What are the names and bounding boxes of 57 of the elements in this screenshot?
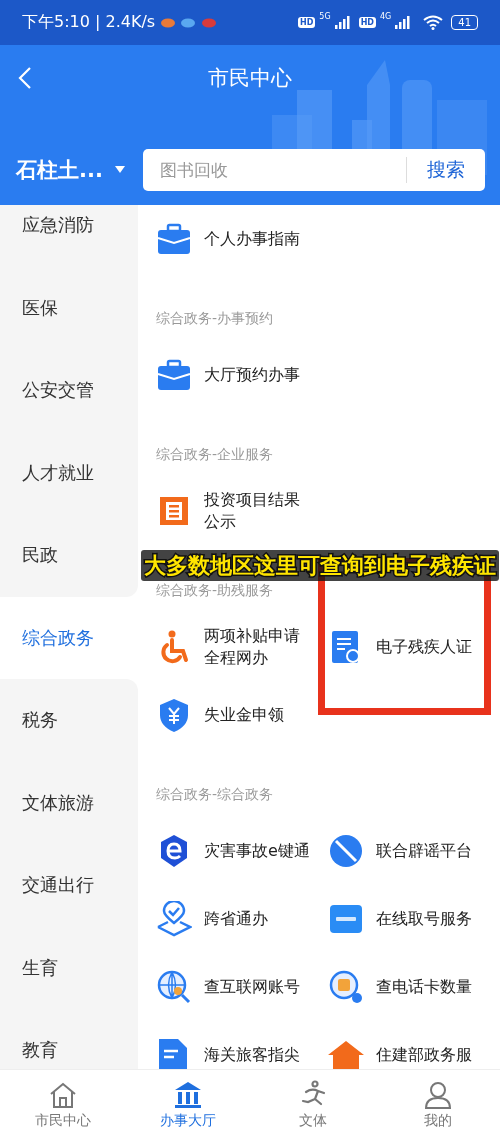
nav-tab[interactable]: 我的 xyxy=(375,1070,500,1139)
page-title: 市民中心 xyxy=(208,65,292,92)
sidebar-item[interactable]: 交通出行 xyxy=(0,844,138,927)
section-header: 综合政务-企业服务 xyxy=(156,446,274,464)
service-item[interactable]: 跨省通办 xyxy=(156,901,268,937)
battery-icon: 41 xyxy=(451,15,478,30)
service-label: 电子残疾人证 xyxy=(376,635,472,658)
service-item[interactable]: 在线取号服务 xyxy=(328,901,472,937)
section-header: 综合政务-助残服务 xyxy=(156,582,274,600)
sidebar-item[interactable]: 公安交管 xyxy=(0,349,138,432)
service-label: 跨省通办 xyxy=(204,907,268,930)
search-field[interactable]: 图书回收 搜索 xyxy=(142,149,485,191)
sidebar-item[interactable]: 医保 xyxy=(0,266,138,349)
service-item[interactable]: 查电话卡数量 xyxy=(328,969,472,1005)
nav-tab[interactable]: 市民中心 xyxy=(0,1070,125,1139)
sidebar-item[interactable]: 文体旅游 xyxy=(0,761,138,844)
sidebar-item[interactable]: 税务 xyxy=(0,679,138,762)
service-item[interactable]: 大厅预约办事 xyxy=(156,357,300,393)
sidebar-item[interactable]: 民政 xyxy=(0,514,138,597)
sidebar-item[interactable]: 生育 xyxy=(0,926,138,1009)
hd-badge: HD xyxy=(358,17,376,28)
service-item[interactable]: 电子残疾人证 xyxy=(328,629,472,665)
hd-badge: HD xyxy=(298,17,316,28)
search-button[interactable]: 搜索 xyxy=(407,149,485,191)
service-item[interactable]: 投资项目结果公示 xyxy=(156,488,312,534)
section-header: 综合政务-综合政务 xyxy=(156,786,274,804)
service-label: 大厅预约办事 xyxy=(204,363,300,386)
service-label: 住建部政务服 xyxy=(376,1043,472,1066)
service-item[interactable]: 联合辟谣平台 xyxy=(328,833,472,869)
service-label: 灾害事故e键通 xyxy=(204,839,310,862)
service-item[interactable]: 住建部政务服 xyxy=(328,1037,472,1069)
service-label: 在线取号服务 xyxy=(376,907,472,930)
network-label: 5G xyxy=(319,12,331,21)
sidebar-item[interactable]: 人才就业 xyxy=(0,431,138,514)
sidebar-item[interactable]: 应急消防 xyxy=(0,205,138,267)
service-label: 投资项目结果公示 xyxy=(204,488,301,533)
service-item[interactable]: 失业金申领 xyxy=(156,697,284,733)
service-item[interactable]: 两项补贴申请全程网办 xyxy=(156,624,312,670)
service-label: 查电话卡数量 xyxy=(376,975,472,998)
nav-tab[interactable]: 办事大厅 xyxy=(125,1070,250,1139)
service-label: 查互联网账号 xyxy=(204,975,300,998)
service-label: 个人办事指南 xyxy=(204,227,300,250)
section-header: 综合政务-办事预约 xyxy=(156,310,274,328)
service-item[interactable]: 海关旅客指尖 xyxy=(156,1037,300,1069)
status-time: 下午5:10 | 2.4K/s xyxy=(22,12,156,33)
service-label: 海关旅客指尖 xyxy=(204,1043,300,1066)
location-selector[interactable]: 石柱土... xyxy=(16,156,125,184)
caption-overlay: 大多数地区这里可查询到电子残疾证 xyxy=(141,550,499,581)
service-item[interactable]: 灾害事故e键通 xyxy=(156,833,310,869)
service-item[interactable]: 个人办事指南 xyxy=(156,221,300,257)
service-label: 联合辟谣平台 xyxy=(376,839,472,862)
network-label: 4G xyxy=(379,12,392,21)
nav-tab[interactable]: 文体 xyxy=(250,1070,375,1139)
service-item[interactable]: 查互联网账号 xyxy=(156,969,300,1005)
sidebar-item[interactable]: 教育 xyxy=(0,1009,138,1069)
service-label: 两项补贴申请全程网办 xyxy=(204,624,301,669)
service-label: 失业金申领 xyxy=(204,703,284,726)
